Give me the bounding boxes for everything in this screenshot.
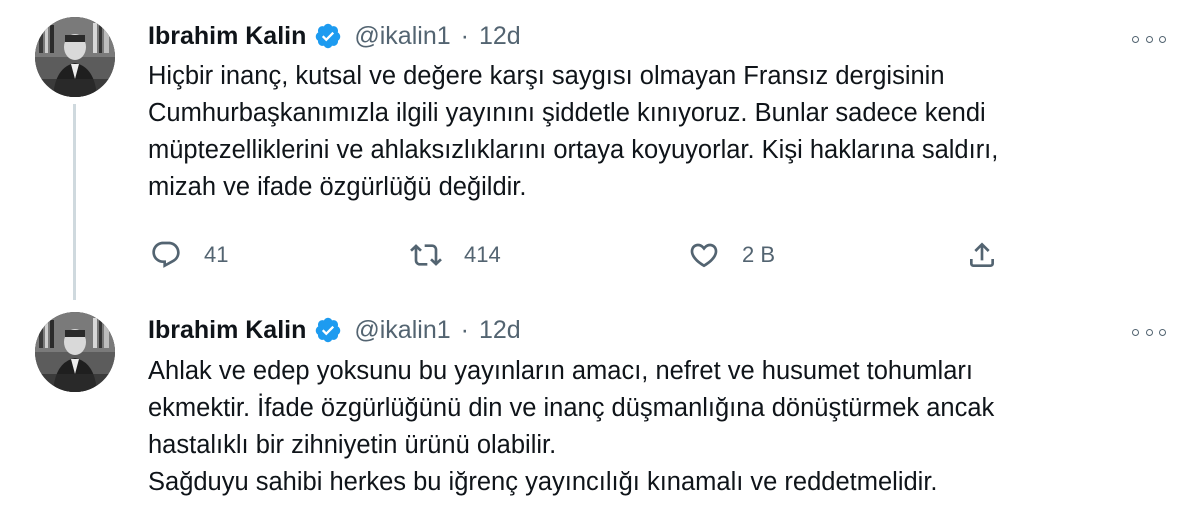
- tweet-header: Ibrahim Kalin @ikalin1 · 12d: [148, 20, 521, 52]
- share-button[interactable]: [966, 233, 998, 277]
- like-button[interactable]: 2 B: [688, 233, 775, 277]
- profile-photo: [35, 17, 115, 97]
- retweet-icon: [410, 244, 442, 266]
- separator-dot: ·: [460, 21, 469, 50]
- profile-photo: [35, 312, 115, 392]
- author-handle[interactable]: @ikalin1: [354, 316, 450, 345]
- thread-connector-line: [73, 104, 76, 300]
- more-options-icon[interactable]: [1132, 322, 1166, 342]
- tweet-header: Ibrahim Kalin @ikalin1 · 12d: [148, 314, 521, 346]
- author-name[interactable]: Ibrahim Kalin: [148, 316, 306, 345]
- author-handle[interactable]: @ikalin1: [354, 22, 450, 51]
- tweet[interactable]: Ibrahim Kalin @ikalin1 · 12d Ahlak ve ed…: [0, 300, 1200, 519]
- reply-count: 41: [204, 242, 229, 267]
- more-options-icon[interactable]: [1132, 29, 1166, 49]
- share-icon: [970, 242, 994, 267]
- tweet-timestamp[interactable]: 12d: [479, 316, 521, 345]
- reply-button[interactable]: 41: [150, 233, 228, 277]
- reply-icon: [152, 241, 180, 268]
- tweet-text: Ahlak ve edep yoksunu bu yayınların amac…: [148, 357, 995, 496]
- avatar[interactable]: [35, 17, 115, 97]
- tweet-actions: 41 414 2 B: [148, 233, 1008, 277]
- verified-badge-icon: [316, 317, 341, 343]
- separator-dot: ·: [460, 315, 469, 344]
- heart-icon: [690, 243, 718, 268]
- avatar[interactable]: [35, 312, 115, 392]
- like-count: 2 B: [742, 242, 776, 267]
- tweet[interactable]: Ibrahim Kalin @ikalin1 · 12d Hiçbir inan…: [0, 0, 1200, 300]
- verified-badge-icon: [316, 23, 341, 49]
- retweet-button[interactable]: 414: [410, 233, 501, 277]
- retweet-count: 414: [464, 242, 501, 267]
- tweet-timestamp[interactable]: 12d: [479, 22, 521, 51]
- author-name[interactable]: Ibrahim Kalin: [148, 22, 306, 51]
- tweet-text: Hiçbir inanç, kutsal ve değere karşı say…: [148, 62, 999, 201]
